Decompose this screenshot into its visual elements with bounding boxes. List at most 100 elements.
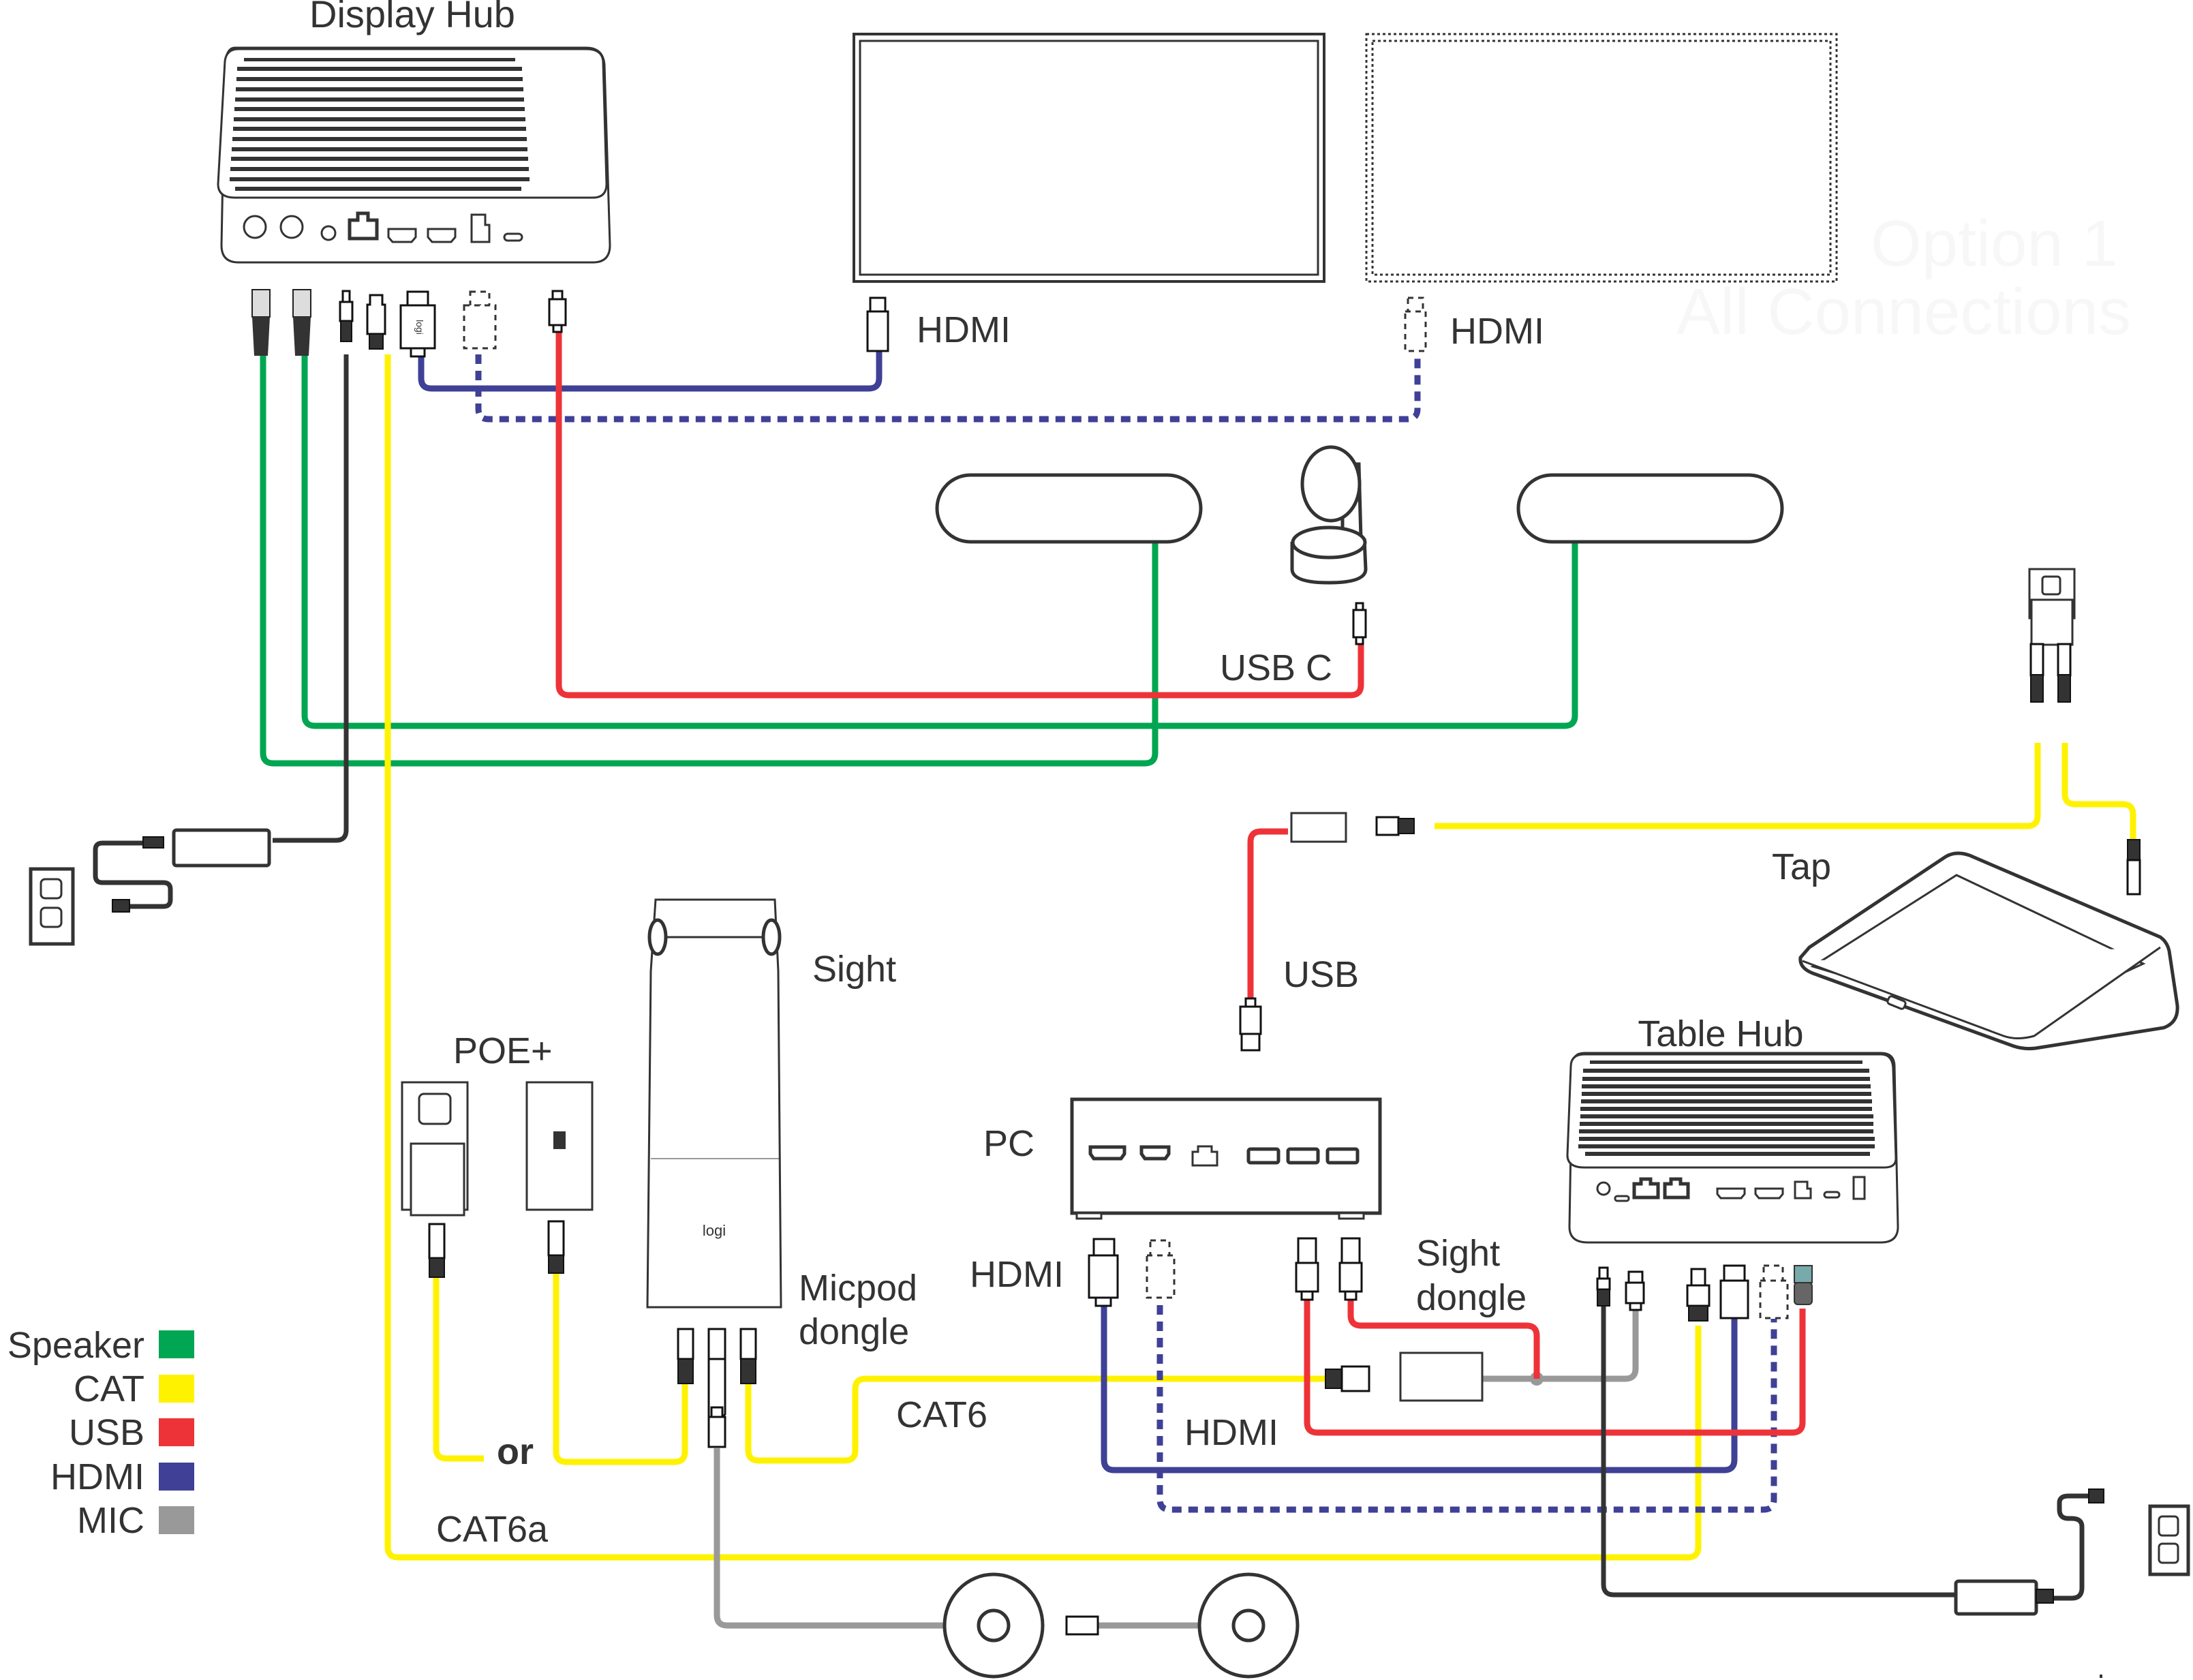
sight-camera: Sight logi xyxy=(646,898,896,1309)
display-hub-power-cable xyxy=(273,354,349,843)
legend-swatch-hdmi xyxy=(159,1463,194,1491)
hdmi-port-2-icon xyxy=(427,228,457,243)
hdmi-plug-dashed-icon xyxy=(1762,1264,1784,1282)
table-hub-connectors xyxy=(1596,1264,1813,1322)
ethernet-plug-icon xyxy=(366,294,386,335)
hdmi-label-monitor1: HDMI xyxy=(917,309,1011,350)
hdmi-port-1-icon xyxy=(387,228,417,243)
hdmi-plug-icon xyxy=(1723,1264,1746,1282)
legend-swatch-mic xyxy=(159,1506,194,1534)
tap-cat-cable-pc xyxy=(1435,743,2041,829)
hdmi-plug-icon xyxy=(1092,1238,1116,1257)
legend-item-speaker: Speaker xyxy=(7,1325,194,1366)
outlet-socket-icon xyxy=(2158,1542,2179,1564)
table-hub: Table Hub xyxy=(1566,1013,1899,1244)
legend-swatch-cat xyxy=(159,1375,194,1403)
outlet-socket-icon xyxy=(2158,1515,2179,1537)
hdmi-port-icon xyxy=(1754,1187,1784,1200)
legend-item-usb: USB xyxy=(69,1412,194,1453)
diagram-subtitle: All Connections xyxy=(1676,275,2131,348)
speaker-left xyxy=(935,473,1203,544)
connection-diagram: Option 1 All Connections Display Hub log… xyxy=(7,0,2190,1679)
corner-dot xyxy=(2100,1675,2102,1678)
legend-item-mic: MIC xyxy=(77,1500,194,1541)
hdmi-plug-dashed-icon xyxy=(1149,1239,1171,1257)
usb-port-icon xyxy=(1286,1147,1320,1165)
rally-camera xyxy=(1290,445,1368,645)
logi-logo: logi xyxy=(414,320,425,335)
tap-device: Tap xyxy=(1772,839,2179,1051)
outlet-socket-icon xyxy=(2041,575,2061,596)
usb-c-plug-icon xyxy=(551,290,564,301)
hdmi-plug-monitor1-icon xyxy=(869,296,887,313)
svg-text:MIC: MIC xyxy=(77,1500,144,1541)
or-label: or xyxy=(497,1431,534,1472)
sight-logi-logo: logi xyxy=(703,1222,726,1239)
pc: PC xyxy=(983,1097,1382,1220)
outlet-socket-icon xyxy=(40,878,63,900)
svg-text:USB: USB xyxy=(69,1412,144,1453)
poe-plus-sources: POE+ or xyxy=(401,1030,594,1472)
tap-label: Tap xyxy=(1772,846,1831,887)
hdmi-port-icon xyxy=(1716,1187,1746,1200)
power-plug-icon xyxy=(1598,1266,1609,1280)
display-hub-connectors: logi xyxy=(251,289,567,358)
ethernet-plug-icon xyxy=(739,1328,757,1360)
legend-item-hdmi: HDMI xyxy=(50,1456,194,1497)
usb-c-port-icon xyxy=(503,232,523,242)
ethernet-plug-icon xyxy=(1375,816,1400,836)
hdmi-label-monitor2: HDMI xyxy=(1450,311,1544,352)
outlet-socket-icon xyxy=(418,1093,452,1125)
outlet-socket-icon xyxy=(40,906,63,928)
tap-usb-adapter xyxy=(1290,812,1415,843)
speaker-cable-right xyxy=(301,356,1578,729)
hdmi-cable-pc-dashed xyxy=(1156,1305,1777,1513)
micpod-dongle-label-2: dongle xyxy=(799,1311,909,1352)
ethernet-plug-icon xyxy=(547,1220,565,1257)
poe-label: POE+ xyxy=(453,1030,553,1071)
table-hub-power-cable xyxy=(1601,1305,1956,1598)
mic-cable-table-hub xyxy=(1480,1309,1639,1382)
svg-text:HDMI: HDMI xyxy=(50,1456,144,1497)
micpod-1 xyxy=(942,1572,1045,1679)
tap-wall-power xyxy=(2028,568,2076,703)
speaker-plug-1-icon xyxy=(251,289,271,318)
table-hub-label: Table Hub xyxy=(1638,1013,1803,1054)
usb-a-plug-icon xyxy=(1297,1237,1317,1264)
hdmi-label-pc: HDMI xyxy=(970,1254,1064,1295)
usb-cable-tap-adapter xyxy=(1247,828,1288,998)
hdmi-plug-monitor2-icon xyxy=(1407,296,1424,313)
micpod-2 xyxy=(1197,1572,1300,1679)
speaker-right xyxy=(1516,473,1784,544)
cat6-label: CAT6 xyxy=(896,1394,987,1435)
hdmi-port-icon xyxy=(1088,1145,1126,1161)
usb-port-icon xyxy=(1246,1147,1280,1165)
sight-connectors xyxy=(677,1328,757,1448)
diagram-title: Option 1 xyxy=(1871,207,2118,280)
pc-label: PC xyxy=(983,1123,1034,1164)
speaker-port-1-icon xyxy=(243,215,267,239)
tap-power-injector xyxy=(2030,598,2074,646)
sight-dongle-label-1: Sight xyxy=(1416,1233,1500,1274)
hdmi-plug-1-icon xyxy=(406,290,429,307)
hdmi-label-bottom: HDMI xyxy=(1184,1412,1278,1453)
usb-port-icon xyxy=(1325,1147,1360,1165)
ethernet-plug-icon xyxy=(677,1328,694,1360)
legend-swatch-speaker xyxy=(159,1330,194,1358)
display-hub: Display Hub xyxy=(217,0,611,264)
poe-cable-injector xyxy=(433,1276,484,1462)
display-hub-label: Display Hub xyxy=(309,0,515,35)
power-port-icon xyxy=(320,225,337,241)
ethernet-plug-icon xyxy=(2029,643,2072,703)
power-plug-icon xyxy=(341,290,351,303)
sight-label: Sight xyxy=(812,949,896,990)
speaker-port-2-icon xyxy=(279,215,304,239)
legend: Speaker CAT USB HDMI MIC xyxy=(7,1325,194,1541)
network-jack-icon xyxy=(553,1131,566,1149)
svg-text:CAT: CAT xyxy=(74,1369,144,1409)
usb-receiver-icon xyxy=(1794,1265,1813,1283)
sight-dongle-label-2: dongle xyxy=(1416,1277,1527,1318)
mic-cable-sight xyxy=(714,1448,954,1629)
poe-injector xyxy=(410,1142,465,1217)
usb-a-plug-to-pc xyxy=(1239,997,1262,1052)
